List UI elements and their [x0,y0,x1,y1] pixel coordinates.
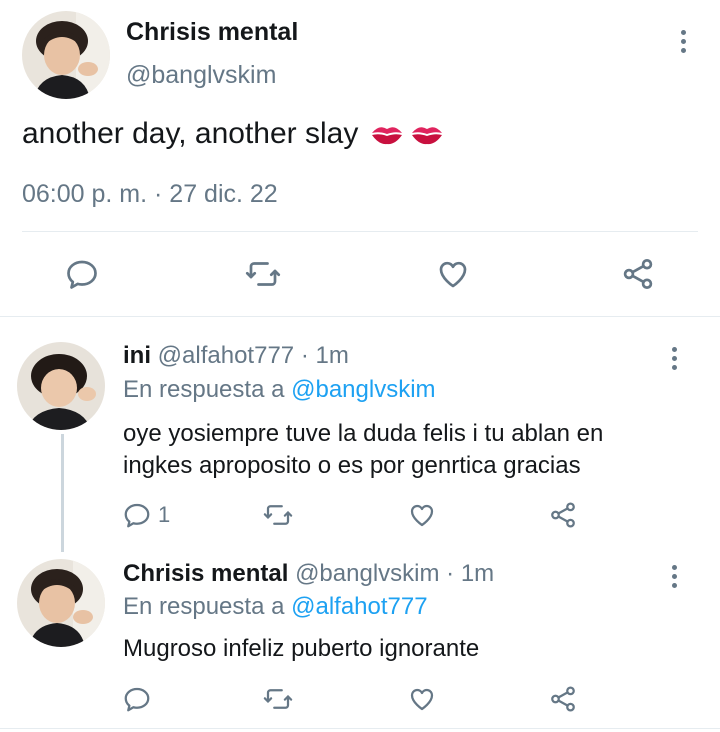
reply-time: · 1m [446,560,495,587]
share-button[interactable] [548,500,578,530]
handle[interactable]: @banglvskim [126,61,276,90]
reply-text: oye yosiempre tuve la duda felis i tu ab… [123,418,603,482]
reply-button[interactable] [64,256,100,292]
like-button[interactable] [407,684,437,714]
retweet-button[interactable] [263,500,293,530]
in-reply-prefix: En respuesta a [123,376,285,403]
like-button[interactable] [407,500,437,530]
like-icon [410,504,434,527]
retweet-icon [263,505,293,525]
reply-text-line: Mugroso infeliz puberto ignorante [123,635,480,662]
share-icon [623,259,653,289]
avatar[interactable] [22,11,110,99]
divider [0,316,720,317]
share-button[interactable] [620,256,656,292]
avatar[interactable] [17,559,105,647]
display-name[interactable]: Chrisis mental [123,560,288,587]
reply-button[interactable]: 1 [122,500,170,530]
share-icon [551,686,575,712]
reply-text: Mugroso infeliz puberto ignorante [123,633,479,665]
like-button[interactable] [435,256,471,292]
more-options-icon[interactable] [669,347,679,370]
reply-icon [67,260,97,289]
reply-icon [124,687,150,712]
divider [0,728,720,729]
retweet-icon [245,262,281,286]
tweet-text-body: another day, another slay [22,117,359,150]
in-reply-prefix: En respuesta a [123,593,285,620]
share-icon [551,502,575,528]
reply-time: · 1m [300,342,349,369]
retweet-button[interactable] [245,256,281,292]
handle[interactable]: @banglvskim [295,560,439,587]
thread-line [61,434,64,552]
in-reply-to: En respuesta a @alfahot777 [123,593,428,621]
like-icon [410,688,434,711]
reply-header: Chrisis mental @banglvskim · 1m [123,560,494,588]
like-icon [439,261,467,288]
kiss-mark-emoji [370,123,444,145]
reply-text-line: oye yosiempre tuve la duda felis i tu ab… [123,420,604,447]
tweet-text: another day, another slay [22,117,444,151]
reply-button[interactable] [122,684,152,714]
reply-icon [124,503,150,528]
tweet-timestamp[interactable]: 06:00 p. m. · 27 dic. 22 [22,180,278,209]
in-reply-handle-link[interactable]: @alfahot777 [291,593,427,620]
reply-header: ini @alfahot777 · 1m [123,342,349,370]
more-options-icon[interactable] [669,565,679,588]
in-reply-to: En respuesta a @banglvskim [123,376,436,404]
display-name[interactable]: Chrisis mental [126,18,298,47]
more-options-icon[interactable] [678,30,688,53]
reply-count: 1 [158,502,171,527]
reply-text-line: ingkes aproposito o es por genrtica grac… [123,452,581,479]
divider [22,231,698,232]
handle[interactable]: @alfahot777 [158,342,294,369]
retweet-icon [263,689,293,709]
share-button[interactable] [548,684,578,714]
avatar[interactable] [17,342,105,430]
display-name[interactable]: ini [123,342,151,369]
retweet-button[interactable] [263,684,293,714]
in-reply-handle-link[interactable]: @banglvskim [291,376,435,403]
